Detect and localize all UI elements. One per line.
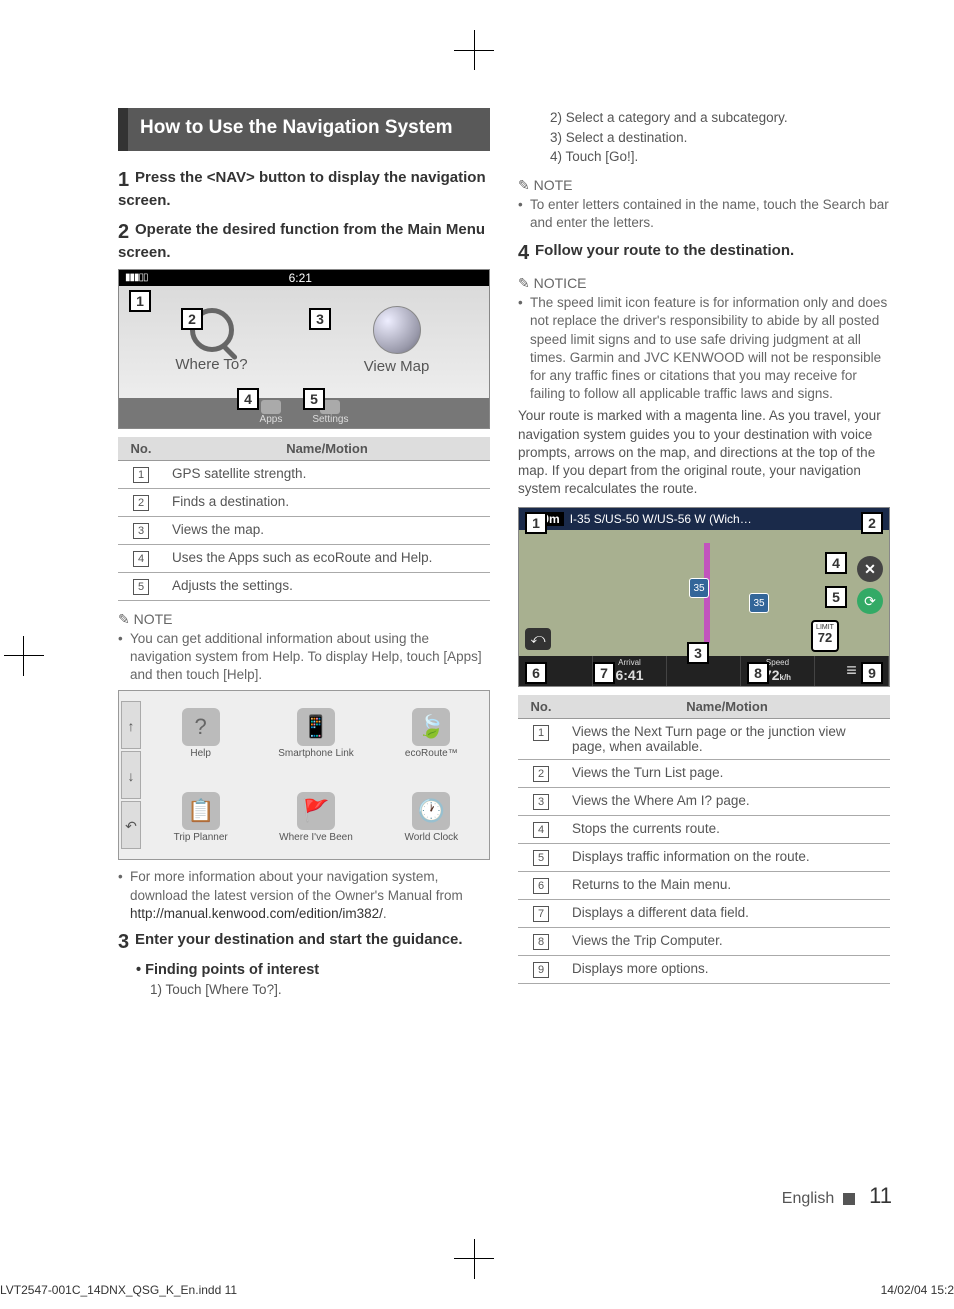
world-clock-icon: 🕐 — [412, 792, 450, 830]
table-row: 3Views the map. — [118, 516, 490, 544]
print-mark-left: LVT2547-001C_14DNX_QSG_K_En.indd 11 — [0, 1283, 237, 1297]
trip-planner-icon: 📋 — [182, 792, 220, 830]
table-row: 1GPS satellite strength. — [118, 460, 490, 488]
callout-3: 3 — [687, 642, 709, 664]
callout-2: 2 — [861, 512, 883, 534]
poi-heading: Finding points of interest — [136, 962, 490, 978]
step-text: Operate the desired function from the Ma… — [118, 221, 485, 261]
back-arrow-icon: ↶ — [121, 801, 141, 849]
signal-icon: ▮▮▮▯▯ — [125, 270, 148, 286]
help-icon: ? — [182, 708, 220, 746]
table-row: 3Views the Where Am I? page. — [518, 787, 890, 815]
step-number: 2 — [118, 221, 129, 244]
step-number: 1 — [118, 169, 129, 192]
note-heading: NOTE — [518, 177, 890, 194]
table-row: 4Stops the currents route. — [518, 815, 890, 843]
route-table: No. Name/Motion 1Views the Next Turn pag… — [518, 695, 890, 984]
route-screenshot: 500m I-35 S/US-50 W/US-56 W (Wich… 35 35… — [518, 507, 890, 687]
main-menu-table: No. Name/Motion 1GPS satellite strength.… — [118, 437, 490, 601]
step-text: Enter your destination and start the gui… — [135, 931, 463, 948]
step-3: 3 Enter your destination and start the g… — [118, 931, 490, 954]
step-number: 3 — [118, 931, 129, 954]
note-item: To enter letters contained in the name, … — [518, 196, 890, 232]
list-item: 1) Touch [Where To?]. — [150, 980, 490, 1000]
table-row: 5Adjusts the settings. — [118, 572, 490, 600]
note-heading: NOTE — [118, 611, 490, 628]
list-item: 3) Select a destination. — [550, 128, 890, 148]
apps-icon — [261, 400, 281, 414]
page-footer: English 11 — [782, 1183, 892, 1209]
ecoroute-icon: 🍃 — [412, 708, 450, 746]
table-head-no: No. — [118, 437, 164, 461]
list-item: 2) Select a category and a subcategory. — [550, 108, 890, 128]
table-row: 1Views the Next Turn page or the junctio… — [518, 718, 890, 759]
up-arrow-icon: ↑ — [121, 701, 141, 749]
down-arrow-icon: ↓ — [121, 751, 141, 799]
step-number: 4 — [518, 242, 529, 265]
apps-button: Apps — [260, 400, 283, 425]
note-item: For more information about your navigati… — [118, 868, 490, 923]
page-number: 11 — [869, 1183, 892, 1208]
table-row: 5Displays traffic information on the rou… — [518, 843, 890, 871]
speed-limit-sign: LIMIT 72 — [811, 620, 839, 652]
table-row: 2Finds a destination. — [118, 488, 490, 516]
main-menu-screenshot: ▮▮▮▯▯ 6:21 Where To? View Map Apps — [118, 269, 490, 429]
step-4: 4 Follow your route to the destination. — [518, 242, 890, 265]
table-row: 2Views the Turn List page. — [518, 759, 890, 787]
manual-link[interactable]: http://manual.kenwood.com/edition/im382/ — [130, 906, 383, 921]
section-heading: How to Use the Navigation System — [118, 108, 490, 151]
callout-8: 8 — [747, 662, 769, 684]
callout-5: 5 — [825, 586, 847, 608]
callout-6: 6 — [525, 662, 547, 684]
apps-screenshot: ↑ ↓ ↶ ?Help 📱Smartphone Link 🍃ecoRoute™ … — [118, 690, 490, 860]
callout-7: 7 — [593, 662, 615, 684]
note-item: You can get additional information about… — [118, 630, 490, 685]
clock: 6:21 — [289, 270, 312, 286]
list-item: 4) Touch [Go!]. — [550, 147, 890, 167]
table-row: 6Returns to the Main menu. — [518, 871, 890, 899]
step-text: Follow your route to the destination. — [535, 242, 794, 259]
callout-2: 2 — [181, 308, 203, 330]
print-mark-right: 14/02/04 15:2 — [881, 1283, 954, 1297]
table-row: 4Uses the Apps such as ecoRoute and Help… — [118, 544, 490, 572]
traffic-icon: ⟳ — [857, 588, 883, 614]
smartphone-link-icon: 📱 — [297, 708, 335, 746]
view-map-label: View Map — [364, 358, 430, 375]
footer-square-icon — [843, 1193, 855, 1205]
callout-4: 4 — [825, 552, 847, 574]
callout-1: 1 — [129, 290, 151, 312]
callout-3: 3 — [309, 308, 331, 330]
table-head-name: Name/Motion — [164, 437, 490, 461]
callout-5: 5 — [303, 388, 325, 410]
table-head-no: No. — [518, 695, 564, 719]
table-head-name: Name/Motion — [564, 695, 890, 719]
callout-9: 9 — [861, 662, 883, 684]
road-name: I-35 S/US-50 W/US-56 W (Wich… — [570, 512, 883, 526]
step-2: 2 Operate the desired function from the … — [118, 221, 490, 261]
notice-item: The speed limit icon feature is for info… — [518, 294, 890, 403]
highway-sign: 35 — [749, 593, 769, 613]
step-text: Press the <NAV> button to display the na… — [118, 169, 486, 209]
where-ive-been-icon: 🚩 — [297, 792, 335, 830]
highway-sign: 35 — [689, 578, 709, 598]
table-row: 7Displays a different data field. — [518, 899, 890, 927]
back-icon: ⤺ — [525, 628, 551, 650]
callout-1: 1 — [525, 512, 547, 534]
route-paragraph: Your route is marked with a magenta line… — [518, 407, 890, 498]
stop-route-icon: ✕ — [857, 556, 883, 582]
table-row: 9Displays more options. — [518, 955, 890, 983]
notice-heading: NOTICE — [518, 275, 890, 292]
where-to-label: Where To? — [175, 356, 247, 373]
step-1: 1 Press the <NAV> button to display the … — [118, 169, 490, 209]
globe-icon — [373, 306, 421, 354]
table-row: 8Views the Trip Computer. — [518, 927, 890, 955]
callout-4: 4 — [237, 388, 259, 410]
